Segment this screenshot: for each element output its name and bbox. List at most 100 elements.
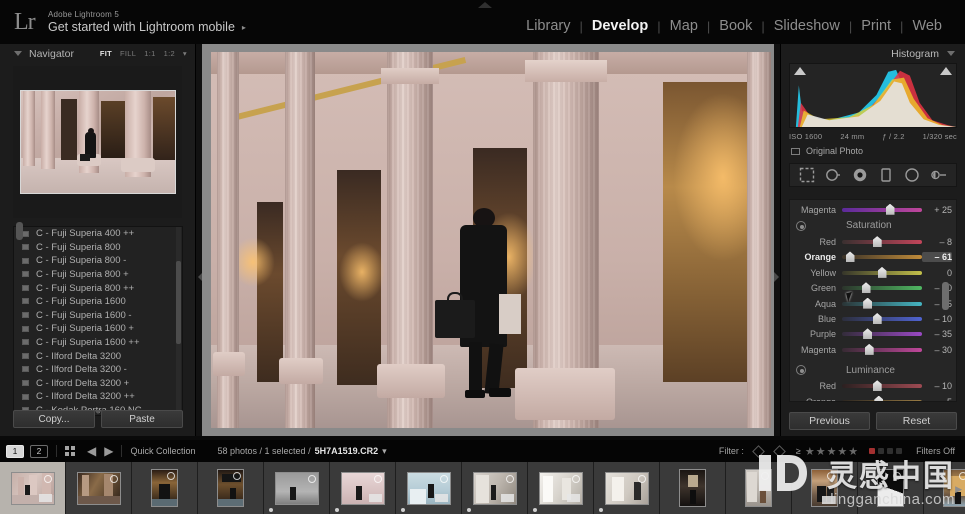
filmstrip-thumbnail[interactable] — [198, 462, 264, 514]
filmstrip-thumbnail[interactable] — [660, 462, 726, 514]
flag-pick-icon[interactable] — [752, 444, 765, 458]
module-map[interactable]: Map — [661, 18, 707, 34]
slider-track[interactable] — [842, 395, 922, 401]
filename-caret-icon[interactable]: ▾ — [382, 446, 387, 457]
slider-value[interactable]: – 61 — [922, 252, 952, 263]
histogram-header[interactable]: Histogram — [781, 44, 965, 63]
photo-canvas[interactable] — [211, 52, 771, 428]
filter-preset-dropdown[interactable]: Filters Off — [916, 446, 955, 456]
slider-row[interactable]: Yellow 0 — [790, 265, 956, 280]
go-forward-icon[interactable]: ▶ — [104, 444, 113, 458]
original-photo-row[interactable]: Original Photo — [791, 146, 955, 156]
zoom-fit[interactable]: FIT — [100, 49, 112, 58]
zoom-menu-caret-icon[interactable]: ▾ — [183, 49, 187, 58]
slider-track[interactable] — [842, 251, 922, 263]
filmstrip-thumbnail[interactable] — [726, 462, 792, 514]
right-panel-edge[interactable] — [774, 44, 780, 436]
disclosure-triangle-icon[interactable] — [14, 51, 22, 56]
slider-knob[interactable] — [863, 328, 873, 340]
current-filename[interactable]: 5H7A1519.CR2 — [315, 446, 379, 456]
slider-knob[interactable] — [863, 297, 873, 309]
navigator-header[interactable]: Navigator FIT FILL 1:1 1:2 ▾ — [0, 44, 195, 63]
spot-removal-icon[interactable] — [825, 167, 841, 183]
go-back-icon[interactable]: ◀ — [87, 444, 96, 458]
color-label-filters[interactable] — [869, 448, 903, 454]
slider-track[interactable] — [842, 313, 922, 325]
list-item[interactable]: C - Fuji Superia 800 - — [14, 254, 182, 268]
paste-button[interactable]: Paste — [101, 410, 183, 428]
module-develop[interactable]: Develop — [583, 18, 657, 34]
slider-knob[interactable] — [864, 343, 874, 355]
module-library[interactable]: Library — [517, 18, 579, 34]
zoom-1-1[interactable]: 1:1 — [144, 49, 155, 58]
list-item[interactable]: C - Ilford Delta 3200 ++ — [14, 390, 182, 404]
target-adjustment-icon[interactable] — [796, 365, 806, 376]
slider-track[interactable] — [842, 328, 922, 340]
play-arrow-icon[interactable]: ▸ — [242, 20, 246, 35]
identity-plate[interactable]: Adobe Lightroom 5 Get started with Light… — [48, 9, 246, 35]
slider-row[interactable]: Orange – 61 — [790, 250, 956, 265]
slider-knob[interactable] — [877, 266, 887, 278]
slider-value[interactable]: – 5 — [922, 397, 952, 401]
navigator-preview[interactable] — [13, 66, 182, 218]
slider-knob[interactable] — [874, 395, 884, 401]
filmstrip-thumbnail[interactable] — [594, 462, 660, 514]
list-item[interactable]: C - Fuji Superia 800 + — [14, 268, 182, 282]
slider-value[interactable]: – 8 — [922, 237, 952, 247]
list-item[interactable]: C - Ilford Delta 3200 — [14, 349, 182, 363]
red-eye-icon[interactable] — [852, 167, 868, 183]
module-book[interactable]: Book — [710, 18, 761, 34]
list-item[interactable]: C - Fuji Superia 400 ++ — [14, 227, 182, 241]
adjustment-brush-icon[interactable] — [931, 167, 947, 183]
list-item[interactable]: C - Fuji Superia 1600 ++ — [14, 336, 182, 350]
slider-value[interactable]: – 35 — [922, 329, 952, 339]
module-web[interactable]: Web — [903, 18, 951, 34]
slider-row[interactable]: Magenta + 25 — [790, 202, 956, 217]
slider-track[interactable] — [842, 343, 922, 355]
presets-list[interactable]: C - Fuji Superia 400 ++ C - Fuji Superia… — [13, 226, 183, 416]
slider-knob[interactable] — [861, 282, 871, 294]
slider-track[interactable] — [842, 236, 922, 248]
quick-collection-label[interactable]: Quick Collection — [130, 446, 195, 456]
filmstrip-thumbnail[interactable] — [264, 462, 330, 514]
rating-stars[interactable]: ★★★★★ — [805, 445, 859, 458]
list-item[interactable]: C - Fuji Superia 1600 - — [14, 309, 182, 323]
zoom-1-2[interactable]: 1:2 — [164, 49, 175, 58]
filmstrip-thumbnail[interactable] — [792, 462, 858, 514]
list-item[interactable]: C - Ilford Delta 3200 + — [14, 377, 182, 391]
list-item[interactable]: C - Fuji Superia 1600 — [14, 295, 182, 309]
slider-track[interactable] — [842, 380, 922, 392]
slider-row[interactable]: Red – 10 — [790, 379, 956, 394]
screen-1-button[interactable]: 1 — [6, 444, 24, 458]
slider-value[interactable]: 0 — [922, 268, 952, 278]
disclosure-triangle-icon[interactable] — [947, 51, 955, 56]
list-item[interactable]: C - Fuji Superia 800 ++ — [14, 281, 182, 295]
slider-knob[interactable] — [872, 380, 882, 392]
slider-row[interactable]: Green – 40 — [790, 281, 956, 296]
filmstrip-thumbnail[interactable] — [0, 462, 66, 514]
list-item[interactable]: C - Fuji Superia 800 — [14, 241, 182, 255]
rating-comparison-operator[interactable]: ≥ — [796, 446, 801, 456]
graduated-filter-icon[interactable] — [878, 167, 894, 183]
target-adjustment-icon[interactable] — [796, 220, 806, 231]
presets-scrollbar[interactable] — [176, 227, 181, 415]
filmstrip-thumbnail[interactable] — [858, 462, 924, 514]
screen-2-button[interactable]: 2 — [30, 444, 48, 458]
filmstrip-thumbnail[interactable] — [462, 462, 528, 514]
slider-track[interactable] — [842, 297, 922, 309]
slider-knob[interactable] — [845, 251, 855, 263]
filmstrip-next-icon[interactable]: ▶ — [955, 484, 962, 495]
radial-filter-icon[interactable] — [904, 167, 920, 183]
filmstrip[interactable]: ▶ — [0, 462, 965, 514]
slider-row[interactable]: Blue – 10 — [790, 311, 956, 326]
flag-reject-icon[interactable] — [773, 444, 786, 458]
right-panel-scroll-handle[interactable] — [942, 282, 949, 310]
filmstrip-thumbnail[interactable] — [132, 462, 198, 514]
grid-view-icon[interactable] — [65, 446, 75, 456]
slider-track[interactable] — [842, 203, 922, 215]
slider-knob[interactable] — [872, 313, 882, 325]
reset-button[interactable]: Reset — [876, 412, 957, 430]
slider-row[interactable]: Magenta – 30 — [790, 342, 956, 357]
slider-track[interactable] — [842, 282, 922, 294]
slider-row[interactable]: Orange – 5 — [790, 394, 956, 401]
